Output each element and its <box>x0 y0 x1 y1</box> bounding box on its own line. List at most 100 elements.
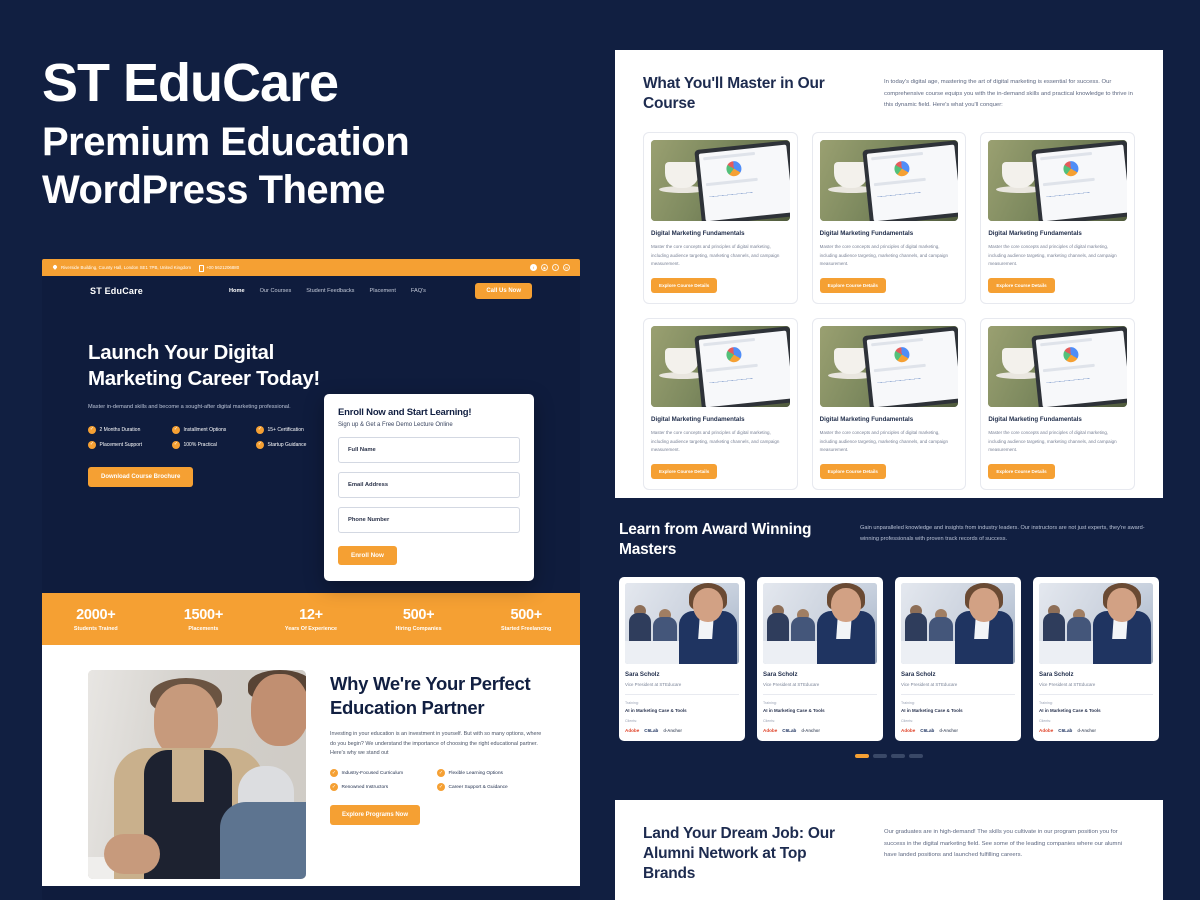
nav-link-faqs[interactable]: FAQ's <box>411 288 426 294</box>
instagram-icon[interactable]: ◉ <box>541 264 548 271</box>
divider <box>1039 693 1153 695</box>
instructor-card[interactable]: Sara Scholz Vice President at STEducare … <box>1033 576 1159 741</box>
course-card[interactable]: Digital Marketing Fundamentals Master th… <box>980 318 1135 491</box>
site-logo[interactable]: ST EduCare <box>90 286 143 296</box>
chart-bar-line <box>1040 152 1093 161</box>
hero-feature-item: ✓ 100% Practical <box>172 440 252 449</box>
tablet-screen <box>1035 330 1127 408</box>
instructor-card[interactable]: Sara Scholz Vice President at STEducare … <box>619 576 745 741</box>
phone-icon <box>197 265 204 272</box>
call-us-now-button[interactable]: Call Us Now <box>475 283 532 299</box>
coffee-cup-icon <box>833 162 868 189</box>
nav-link-placement[interactable]: Placement <box>369 288 395 294</box>
explore-course-details-button[interactable]: Explore Course Details <box>988 464 1055 480</box>
stat-label: Students Trained <box>73 625 118 632</box>
carousel-dot[interactable] <box>873 753 887 758</box>
stat-label: Started Freelancing <box>501 625 552 632</box>
linkedin-icon[interactable]: in <box>563 264 570 271</box>
stat-item: 12+ Years Of Experience <box>257 607 365 632</box>
pie-chart-icon <box>894 160 911 178</box>
instructor-role: Vice President at STEducare <box>625 681 682 687</box>
topbar-phone[interactable]: +00 5621206880 <box>197 265 240 272</box>
line-chart-icon <box>876 184 923 206</box>
twitter-icon[interactable]: t <box>530 264 537 271</box>
full-name-input[interactable]: Full Name <box>338 437 520 463</box>
course-thumbnail <box>819 140 959 222</box>
course-description: Master the core concepts and principles … <box>651 244 780 266</box>
instructor-card[interactable]: Sara Scholz Vice President at STEducare … <box>757 576 883 741</box>
download-brochure-button[interactable]: Download Course Brochure <box>88 466 194 487</box>
clients-label: Clients: <box>763 718 775 723</box>
course-thumbnail <box>819 326 959 408</box>
nav-link-home[interactable]: Home <box>229 288 245 294</box>
enroll-now-button[interactable]: Enroll Now <box>338 546 397 565</box>
photo-person-shirt <box>172 750 204 802</box>
client-logo-adobe: Adobe <box>625 727 640 733</box>
alumni-panel-header: Land Your Dream Job: Our Alumni Network … <box>643 824 1135 884</box>
training-label: Training: <box>901 700 915 705</box>
explore-course-details-button[interactable]: Explore Course Details <box>651 464 718 480</box>
course-card[interactable]: Digital Marketing Fundamentals Master th… <box>980 132 1135 305</box>
topbar-social-links: t ◉ f in <box>530 264 570 271</box>
instructor-photo <box>763 582 877 664</box>
explore-programs-button[interactable]: Explore Programs Now <box>330 805 421 826</box>
client-logos: Adobe C6Lab d-Anchor <box>1039 728 1153 733</box>
hero-feature-label: 2 Months Duration <box>99 426 141 433</box>
tablet-device <box>693 140 790 222</box>
client-logos: Adobe C6Lab d-Anchor <box>763 728 877 733</box>
course-description: Master the core concepts and principles … <box>819 244 948 266</box>
topbar-phone-text: +00 5621206880 <box>206 265 240 270</box>
coffee-cup-icon <box>833 348 868 375</box>
pie-chart-icon <box>725 346 742 364</box>
explore-course-details-button[interactable]: Explore Course Details <box>651 278 718 294</box>
chart-bar-line <box>871 152 924 161</box>
photo-bg-person-body <box>767 612 789 643</box>
instructor-photo <box>1039 582 1153 664</box>
instructor-name: Sara Scholz <box>625 670 660 678</box>
carousel-dot[interactable] <box>909 753 923 758</box>
stat-item: 500+ Started Freelancing <box>472 607 580 632</box>
hero-feature-item: ✓ Installment Options <box>172 425 252 434</box>
phone-number-input[interactable]: Phone Number <box>338 507 520 533</box>
course-description: Master the core concepts and principles … <box>651 430 780 452</box>
carousel-pagination <box>615 753 1163 758</box>
instructors-paragraph: Gain unparalleled knowledge and insights… <box>860 525 1145 542</box>
carousel-dot[interactable] <box>891 753 905 758</box>
clients-label: Clients: <box>625 718 637 723</box>
tablet-screen <box>698 144 790 222</box>
photo-person-head <box>154 684 218 758</box>
course-card[interactable]: Digital Marketing Fundamentals Master th… <box>811 132 967 305</box>
client-logo-c6lab: C6Lab <box>644 727 659 733</box>
check-icon: ✓ <box>256 440 264 449</box>
photo-bg-person-body <box>905 612 927 643</box>
why-feature-item: ✓ Industry-Focused Curriculum <box>330 769 435 778</box>
nav-link-student-feedbacks[interactable]: Student Feedbacks <box>306 288 354 294</box>
instructor-training: AI in Marketing Case & Tools <box>1039 707 1101 713</box>
hero-feature-label: Placement Support <box>99 441 143 448</box>
form-title: Enroll Now and Start Learning! <box>338 407 472 418</box>
enrollment-form: Enroll Now and Start Learning! Sign up &… <box>324 394 534 581</box>
client-logos: Adobe C6Lab d-Anchor <box>901 728 1015 733</box>
instructors-header: Learn from Award Winning Masters Gain un… <box>615 520 1163 561</box>
instructor-card-grid: Sara Scholz Vice President at STEducare … <box>615 576 1163 741</box>
promo-subtitle-line2: WordPress Theme <box>42 167 386 212</box>
instructor-card[interactable]: Sara Scholz Vice President at STEducare … <box>895 576 1021 741</box>
explore-course-details-button[interactable]: Explore Course Details <box>819 278 886 294</box>
facebook-icon[interactable]: f <box>552 264 559 271</box>
courses-panel-header: What You'll Master in Our Course In toda… <box>643 74 1135 114</box>
explore-course-details-button[interactable]: Explore Course Details <box>819 464 886 480</box>
hero-feature-label: 100% Practical <box>183 441 217 448</box>
carousel-dot-active[interactable] <box>855 753 869 758</box>
course-card[interactable]: Digital Marketing Fundamentals Master th… <box>643 132 798 305</box>
stat-number: 1500+ <box>183 606 224 623</box>
course-description: Master the core concepts and principles … <box>988 244 1117 266</box>
hero-content: Launch Your Digital Marketing Career Tod… <box>88 340 344 593</box>
promo-brand-name: ST EduCare <box>42 53 339 113</box>
client-logo-c6lab: C6Lab <box>1058 727 1073 733</box>
explore-course-details-button[interactable]: Explore Course Details <box>988 278 1055 294</box>
nav-link-our-courses[interactable]: Our Courses <box>260 288 292 294</box>
stat-label: Years Of Experience <box>284 625 338 632</box>
email-address-input[interactable]: Email Address <box>338 472 520 498</box>
course-card[interactable]: Digital Marketing Fundamentals Master th… <box>811 318 967 491</box>
course-card[interactable]: Digital Marketing Fundamentals Master th… <box>643 318 798 491</box>
